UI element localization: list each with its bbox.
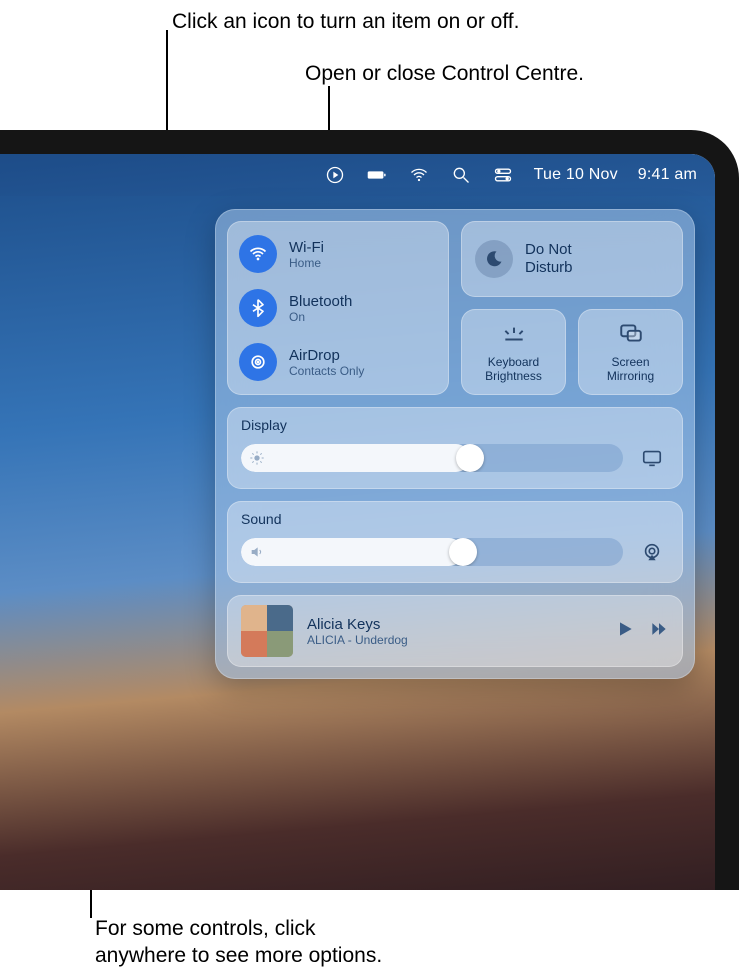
wifi-row[interactable]: Wi-Fi Home [239,235,437,273]
bluetooth-title: Bluetooth [289,293,352,310]
sound-slider-knob[interactable] [449,538,477,566]
menu-bar-date[interactable]: Tue 10 Nov [534,166,618,184]
wifi-icon[interactable] [239,235,277,273]
sound-slider-fill [241,538,463,566]
moon-icon[interactable] [475,240,513,278]
play-button[interactable] [615,619,635,644]
callout-open-close-text: Open or close Control Centre. [305,60,584,87]
now-playing-tile[interactable]: Alicia Keys ALICIA - Underdog [227,595,683,667]
display-brightness-slider[interactable] [241,444,623,472]
display-label: Display [241,417,669,433]
menu-bar-time[interactable]: 9:41 am [638,166,697,184]
do-not-disturb-tile[interactable]: Do NotDisturb [461,221,683,297]
dnd-title: Do NotDisturb [525,241,573,277]
keyboard-brightness-tile[interactable]: KeyboardBrightness [461,309,566,395]
desktop-screen: Tue 10 Nov 9:41 am Wi-Fi Home [0,154,715,890]
wifi-menu-icon[interactable] [408,164,430,186]
airdrop-icon[interactable] [239,343,277,381]
airplay-audio-button[interactable] [635,535,669,569]
bluetooth-icon[interactable] [239,289,277,327]
airdrop-title: AirDrop [289,347,364,364]
now-playing-artist: Alicia Keys [307,616,601,633]
menu-bar: Tue 10 Nov 9:41 am [0,154,715,196]
sound-tile[interactable]: Sound [227,501,683,583]
album-art [241,605,293,657]
spotlight-menu-icon[interactable] [450,164,472,186]
bluetooth-subtitle: On [289,310,352,324]
callout-more-options-text: For some controls, click anywhere to see… [95,915,382,970]
connectivity-tile[interactable]: Wi-Fi Home Bluetooth On [227,221,449,395]
wifi-subtitle: Home [289,256,324,270]
device-frame: Tue 10 Nov 9:41 am Wi-Fi Home [0,130,739,890]
airdrop-row[interactable]: AirDrop Contacts Only [239,343,437,381]
small-tiles-row: KeyboardBrightness ScreenMirroring [461,309,683,395]
battery-menu-icon[interactable] [366,164,388,186]
screen-mirroring-icon [618,320,644,350]
display-slider-knob[interactable] [456,444,484,472]
display-options-button[interactable] [635,441,669,475]
control-centre-menu-icon[interactable] [492,164,514,186]
now-playing-menu-icon[interactable] [324,164,346,186]
display-tile[interactable]: Display [227,407,683,489]
bluetooth-row[interactable]: Bluetooth On [239,289,437,327]
sound-label: Sound [241,511,669,527]
callout-toggle-text: Click an icon to turn an item on or off. [172,8,519,35]
volume-low-icon [249,544,265,560]
wifi-title: Wi-Fi [289,239,324,256]
screen-mirroring-tile[interactable]: ScreenMirroring [578,309,683,395]
brightness-low-icon [249,450,265,466]
keyboard-brightness-icon [501,320,527,350]
display-slider-fill [241,444,470,472]
sound-volume-slider[interactable] [241,538,623,566]
next-track-button[interactable] [649,619,669,644]
now-playing-track: ALICIA - Underdog [307,633,601,647]
control-centre-panel: Wi-Fi Home Bluetooth On [215,209,695,679]
airdrop-subtitle: Contacts Only [289,364,364,378]
